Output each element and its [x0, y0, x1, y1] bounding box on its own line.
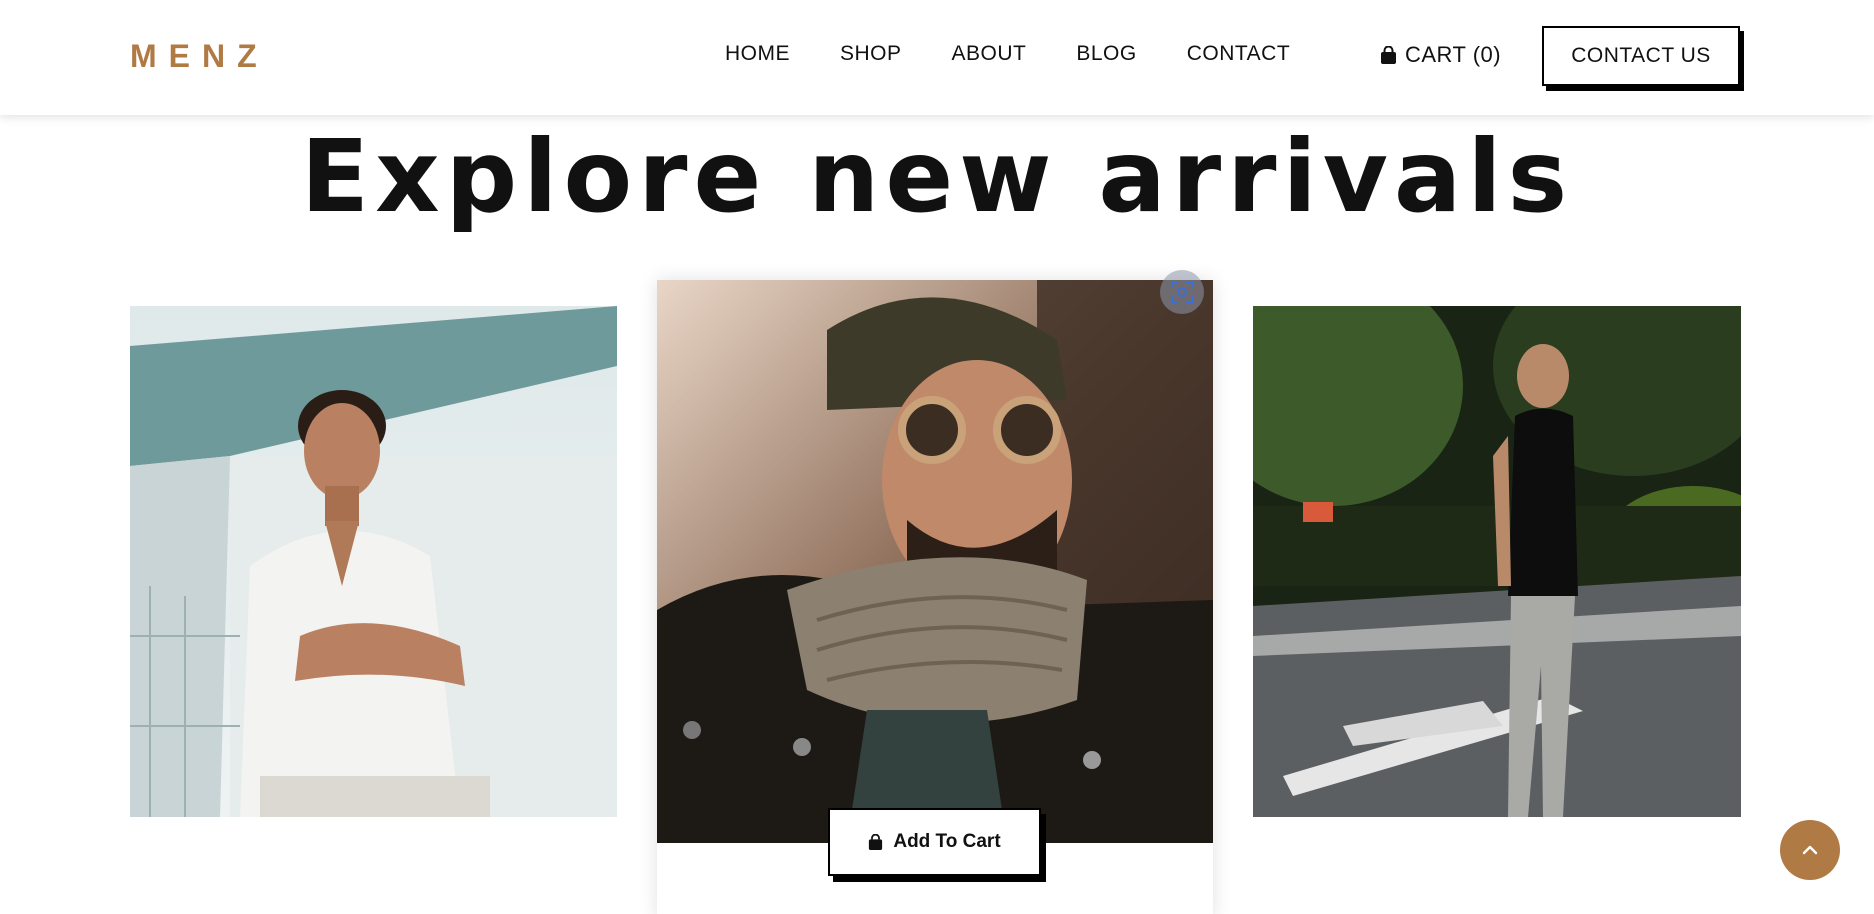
add-to-cart-button[interactable]: Add To Cart [828, 808, 1041, 876]
add-to-cart-label: Add To Cart [893, 831, 1001, 852]
nav-item-contact[interactable]: CONTACT [1187, 42, 1290, 66]
contact-us-button[interactable]: CONTACT US [1542, 26, 1740, 86]
main-nav: HOME SHOP ABOUT BLOG CONTACT [725, 42, 1340, 66]
site-header: MENZ HOME SHOP ABOUT BLOG CONTACT CART (… [0, 0, 1874, 115]
brand-logo[interactable]: MENZ [130, 38, 269, 75]
section-title: Explore new arrivals [300, 118, 1574, 235]
product-image-frame-2 [657, 280, 1213, 843]
back-to-top-button[interactable] [1780, 820, 1840, 880]
cart-link[interactable]: CART (0) [1380, 42, 1501, 68]
product-image-1 [130, 306, 617, 817]
chevron-up-icon [1802, 845, 1818, 855]
scan-icon[interactable] [1160, 270, 1204, 314]
product-image-3 [1253, 306, 1741, 817]
shopping-bag-icon [869, 833, 883, 850]
cart-label: CART (0) [1405, 42, 1502, 67]
product-image-2 [657, 280, 1213, 843]
product-card-1[interactable] [130, 306, 617, 817]
contact-us-button-wrap: CONTACT US [1542, 26, 1744, 91]
add-to-cart-button-wrap: Add To Cart [828, 808, 1046, 882]
scan-icon-glyph [1171, 281, 1193, 303]
nav-item-about[interactable]: ABOUT [952, 42, 1027, 66]
nav-item-home[interactable]: HOME [725, 42, 790, 66]
product-card-3[interactable] [1253, 306, 1741, 817]
nav-item-shop[interactable]: SHOP [840, 42, 902, 66]
shopping-bag-icon [1381, 45, 1396, 64]
nav-item-blog[interactable]: BLOG [1076, 42, 1136, 66]
